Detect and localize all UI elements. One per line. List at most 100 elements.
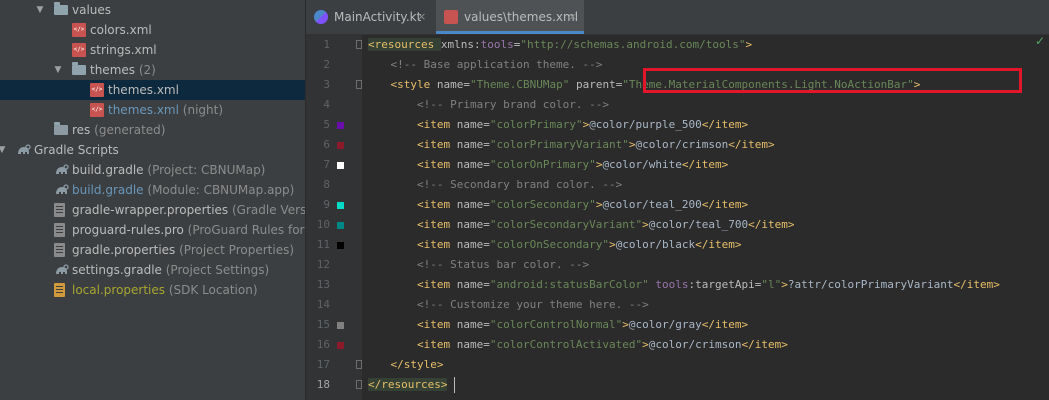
code-token: "colorSecondaryVariant" [489,218,643,231]
code-token: <item [364,318,457,331]
editor-gutter: 1 2 3 4 5 6 7 8 9 10 11 12 13 14 15 16 17 18 [306,35,362,400]
tree-item[interactable]: gradle-wrapper.properties (Gradle Versio… [0,200,305,220]
fold-marker-icon[interactable] [356,80,362,89]
color-swatch-icon[interactable] [337,342,344,349]
line-number: 17 [316,358,330,371]
close-icon[interactable]: × [568,0,577,34]
line-number: 8 [323,178,330,191]
code-token: <!-- Base application theme. --> [364,58,603,71]
tree-item-name: themes [90,63,136,77]
code-token: "colorOnPrimary" [489,158,596,171]
tree-item-label: colors.xml [90,20,152,40]
tree-item-hint: (night) [182,103,224,117]
code-line: <item name="colorPrimaryVariant">@color/… [364,135,775,155]
expand-arrow-icon[interactable]: ▼ [0,140,7,160]
code-token: :targetApi= [688,278,762,291]
line-number: 2 [323,58,330,71]
tab-themes-xml[interactable]: values\themes.xml × [436,0,584,34]
tree-item-name: strings.xml [90,43,157,57]
code-line: <item name="colorOnPrimary">@color/white… [364,155,728,175]
tree-item[interactable]: proguard-rules.pro (ProGuard Rules for C… [0,220,305,240]
fold-marker-icon[interactable] [356,380,362,389]
properties-file-icon [54,283,65,297]
code-token: <!-- Secondary brand color. --> [364,178,623,191]
code-token: <item [364,118,457,131]
folder-icon [72,62,86,75]
code-line: <item name="colorOnSecondary">@color/bla… [364,235,742,255]
tab-label: MainActivity.kt [334,10,422,24]
tree-item-label: res (generated) [72,120,165,140]
line-number: 13 [316,278,330,291]
tree-item-hint: (SDK Location) [168,283,258,297]
color-swatch-icon[interactable] [337,122,344,129]
tab-main-activity[interactable]: MainActivity.kt × [306,0,433,34]
code-token: "Theme.CBNUMap" [469,78,576,91]
code-token: name= [456,118,490,131]
tree-item-name: build.gradle [72,183,144,197]
tree-item[interactable]: local.properties (SDK Location) [0,280,305,300]
gradle-icon [54,183,69,197]
tree-item[interactable]: colors.xml [0,20,305,40]
tree-item[interactable]: ▼ Gradle Scripts [0,140,305,160]
code-token: name= [456,198,490,211]
code-line: <!-- Base application theme. --> [364,55,602,75]
tree-item-label: themes.xml (night) [108,100,223,120]
code-token: "http://schemas.android.com/tools" [520,38,746,51]
code-token: parent= [575,78,623,91]
tree-item-name: themes.xml [108,83,179,97]
code-area[interactable]: <resources xmlns:tools="http://schemas.a… [364,35,1049,400]
fold-marker-icon[interactable] [356,360,362,369]
tree-item[interactable]: themes.xml (night) [0,100,305,120]
tree-item[interactable]: settings.gradle (Project Settings) [0,260,305,280]
xml-file-icon [72,23,86,37]
tree-item[interactable]: build.gradle (Project: CBNUMap) [0,160,305,180]
close-icon[interactable]: × [417,0,426,34]
code-token: "colorSecondary" [489,198,596,211]
code-token: tools [480,38,514,51]
xml-file-icon [90,103,104,117]
text-caret [454,377,455,393]
tree-item-label: strings.xml [90,40,157,60]
tree-item-name: res [72,123,91,137]
code-line: </resources> [368,375,448,395]
line-number: 6 [323,138,330,151]
code-token: </item> [728,138,775,151]
color-swatch-icon[interactable] [337,202,344,209]
expand-arrow-icon[interactable]: ▼ [35,0,45,20]
code-line: <!-- Customize your theme here. --> [364,295,649,315]
tree-item[interactable]: ▼ themes (2) [0,60,305,80]
tree-item[interactable]: ▼ values [0,0,305,20]
project-tool-window: ▼valuescolors.xmlstrings.xml▼themes (2)t… [0,0,305,400]
code-token: @color/crimson [635,138,729,151]
tree-item[interactable]: themes.xml [0,80,305,100]
code-token: > [781,278,788,291]
fold-marker-icon[interactable] [356,40,362,49]
code-token: @color/black [615,238,696,251]
tree-item-name: settings.gradle [72,263,162,277]
code-token: <item [364,198,457,211]
code-token: "android:statusBarColor" [489,278,656,291]
code-line: <resources xmlns:tools="http://schemas.a… [368,35,752,55]
tree-item[interactable]: gradle.properties (Project Properties) [0,240,305,260]
color-swatch-icon[interactable] [337,142,344,149]
code-token: > [642,218,649,231]
color-swatch-icon[interactable] [337,222,344,229]
color-swatch-icon[interactable] [337,242,344,249]
color-swatch-icon[interactable] [337,162,344,169]
expand-arrow-icon[interactable]: ▼ [53,60,63,80]
xml-file-icon [90,83,104,97]
code-line: </style> [364,355,443,375]
tree-item-name: build.gradle [72,163,144,177]
code-token: <item [364,338,457,351]
code-editor: MainActivity.kt × values\themes.xml × ✓ 123… [306,0,1049,400]
code-token: </item> [701,198,749,211]
tree-item-label: gradle-wrapper.properties (Gradle Versio… [72,200,305,220]
code-token: @color/teal_200 [602,198,702,211]
color-swatch-icon[interactable] [337,322,344,329]
tree-item[interactable]: strings.xml [0,40,305,60]
folder-icon [54,122,68,135]
tree-item[interactable]: res (generated) [0,120,305,140]
tree-item-hint: (Gradle Version) [232,203,305,217]
tree-item[interactable]: build.gradle (Module: CBNUMap.app) [0,180,305,200]
code-token: @color/purple_500 [589,118,702,131]
